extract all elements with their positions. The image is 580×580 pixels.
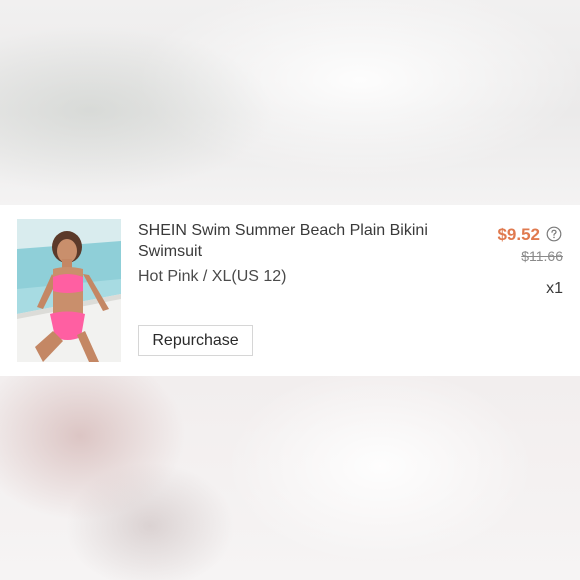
quantity: x1 [546,280,563,297]
blurred-background-bottom [0,376,580,580]
question-circle-icon[interactable] [546,226,562,242]
order-item-card: SHEIN Swim Summer Beach Plain Bikini Swi… [0,205,580,376]
blurred-background-top [0,0,580,205]
product-photo [17,219,121,362]
product-image[interactable] [17,219,121,362]
repurchase-button[interactable]: Repurchase [138,325,253,356]
price-current: $9.52 [497,225,540,244]
price-original: $11.66 [521,248,563,264]
product-variant: Hot Pink / XL(US 12) [138,268,287,285]
product-title[interactable]: SHEIN Swim Summer Beach Plain Bikini Swi… [138,220,428,262]
